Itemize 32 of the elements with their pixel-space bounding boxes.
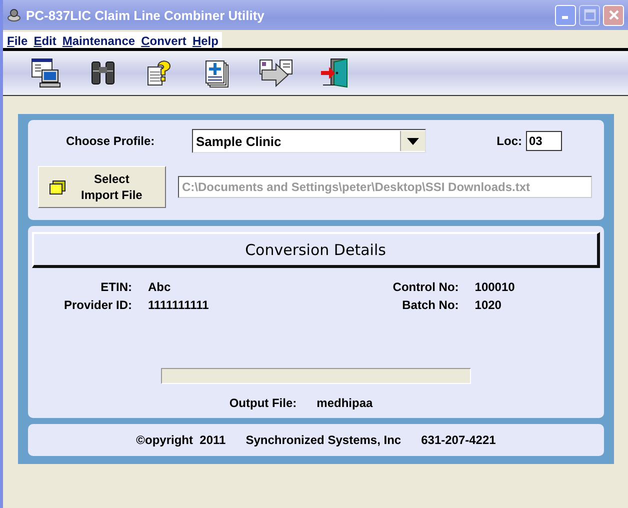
output-file-label: Output File:: [229, 396, 297, 410]
menu-item[interactable]: Edit: [34, 34, 56, 48]
field-value: 100010: [474, 280, 515, 294]
select-import-file-button[interactable]: Select Import File: [38, 166, 166, 208]
field-label: Control No:: [392, 280, 459, 294]
field-value: Abc: [148, 280, 172, 294]
folder-icon: [49, 179, 67, 195]
dropdown-arrow-icon: [407, 138, 419, 144]
menu-item[interactable]: Maintenance: [62, 34, 136, 48]
app-icon: [7, 8, 21, 22]
footer-text: ©opyright 2011: [136, 433, 226, 447]
profile-label: Choose Profile:: [65, 134, 156, 148]
conversion-details-header: Conversion Details: [32, 232, 600, 268]
loc-label: Loc:: [496, 134, 522, 148]
menu-item[interactable]: Help: [192, 34, 218, 48]
close-icon: [608, 9, 620, 21]
output-file-value: medhipaa: [316, 396, 373, 410]
field-label: Provider ID:: [62, 298, 132, 312]
profile-dropdown[interactable]: Sample Clinic: [192, 129, 426, 153]
field-value: 1020: [474, 298, 502, 312]
field-label: Batch No:: [401, 298, 459, 312]
menu-item[interactable]: File: [7, 34, 28, 48]
arrow-document-icon[interactable]: [258, 57, 294, 89]
maximize-icon: [584, 9, 596, 21]
field-label: ETIN:: [100, 280, 132, 294]
footer-text: 631-207-4221: [421, 433, 496, 447]
window-title: PC-837LIC Claim Line Combiner Utility: [26, 8, 266, 22]
loc-field[interactable]: 03: [526, 131, 562, 151]
menu-item[interactable]: Convert: [141, 34, 186, 48]
footer-text: Synchronized Systems, Inc: [246, 433, 402, 447]
window-computer-icon[interactable]: [30, 57, 62, 89]
field-value: 1111111111: [148, 298, 209, 312]
